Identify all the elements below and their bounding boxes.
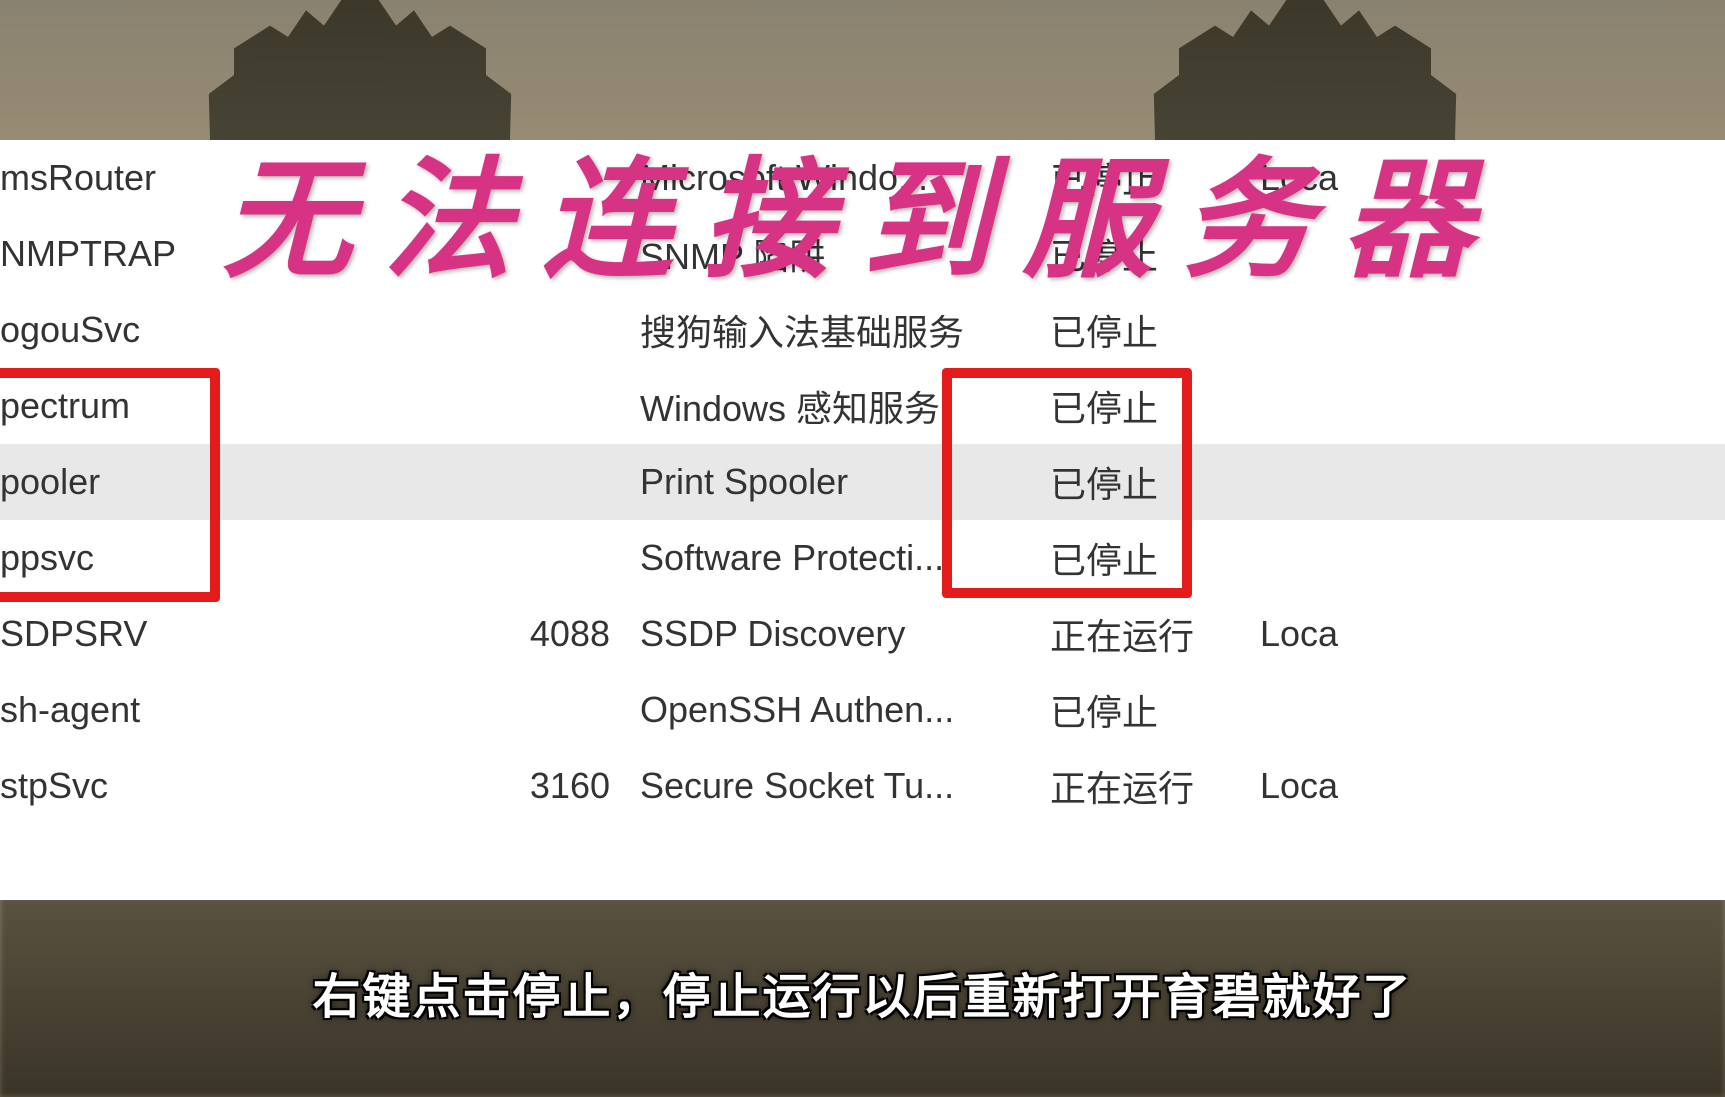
service-name-cell: ppsvc xyxy=(0,537,510,579)
service-status-cell: 已停止 xyxy=(1030,380,1240,432)
service-row[interactable]: sh-agent OpenSSH Authen... 已停止 xyxy=(0,672,1725,748)
service-row[interactable]: msRouter Microsoft Windo... 已停止 Loca xyxy=(0,140,1725,216)
service-name-cell: sh-agent xyxy=(0,689,510,731)
service-row[interactable]: pectrum Windows 感知服务 已停止 xyxy=(0,368,1725,444)
subtitle-text: 右键点击停止，停止运行以后重新打开育碧就好了 xyxy=(312,971,1412,1024)
service-name-cell: pectrum xyxy=(0,385,510,427)
subtitle-caption: 右键点击停止，停止运行以后重新打开育碧就好了 xyxy=(0,957,1725,1027)
service-status-cell: 已停止 xyxy=(1030,152,1240,204)
service-description-cell: Windows 感知服务 xyxy=(630,380,1030,432)
service-status-cell: 正在运行 xyxy=(1030,760,1240,812)
service-status-cell: 已停止 xyxy=(1030,684,1240,736)
service-name-cell: stpSvc xyxy=(0,765,510,807)
service-group-cell: Loca xyxy=(1240,765,1725,807)
service-row-selected[interactable]: pooler Print Spooler 已停止 xyxy=(0,444,1725,520)
service-description-cell: Print Spooler xyxy=(630,461,1030,503)
services-list-panel: msRouter Microsoft Windo... 已停止 Loca NMP… xyxy=(0,140,1725,900)
service-description-cell: SSDP Discovery xyxy=(630,613,1030,655)
service-row[interactable]: SDPSRV 4088 SSDP Discovery 正在运行 Loca xyxy=(0,596,1725,672)
service-status-cell: 已停止 xyxy=(1030,304,1240,356)
service-group-cell: Loca xyxy=(1240,613,1725,655)
service-status-cell: 正在运行 xyxy=(1030,608,1240,660)
service-name-cell: NMPTRAP xyxy=(0,233,510,275)
service-row[interactable]: ogouSvc 搜狗输入法基础服务 已停止 xyxy=(0,292,1725,368)
service-status-cell: 已停止 xyxy=(1030,456,1240,508)
service-row[interactable]: stpSvc 3160 Secure Socket Tu... 正在运行 Loc… xyxy=(0,748,1725,824)
service-name-cell: ogouSvc xyxy=(0,309,510,351)
service-name-cell: msRouter xyxy=(0,157,510,199)
service-name-cell: SDPSRV xyxy=(0,613,510,655)
service-group-cell: Loca xyxy=(1240,157,1725,199)
service-description-cell: Microsoft Windo... xyxy=(630,157,1030,199)
service-status-cell: 已停止 xyxy=(1030,228,1240,280)
service-description-cell: 搜狗输入法基础服务 xyxy=(630,304,1030,356)
service-description-cell: Software Protecti... xyxy=(630,537,1030,579)
service-description-cell: SNMP 陷阱 xyxy=(630,228,1030,280)
service-status-cell: 已停止 xyxy=(1030,532,1240,584)
service-pid-cell: 4088 xyxy=(510,613,630,655)
service-row[interactable]: ppsvc Software Protecti... 已停止 xyxy=(0,520,1725,596)
service-pid-cell: 3160 xyxy=(510,765,630,807)
service-description-cell: Secure Socket Tu... xyxy=(630,765,1030,807)
service-row[interactable]: NMPTRAP SNMP 陷阱 已停止 xyxy=(0,216,1725,292)
service-description-cell: OpenSSH Authen... xyxy=(630,689,1030,731)
service-name-cell: pooler xyxy=(0,461,510,503)
